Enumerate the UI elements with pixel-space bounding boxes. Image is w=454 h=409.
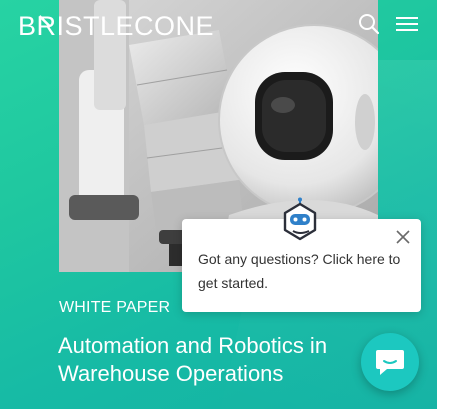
chat-icon (376, 350, 404, 375)
search-icon (359, 14, 380, 35)
page: BRISTLECONE WHITE PAPER Automation and R… (0, 0, 454, 409)
chat-bot-avatar (280, 197, 320, 243)
bristlecone-logo-icon: BRISTLECONE (18, 11, 214, 41)
brand-logo[interactable]: BRISTLECONE (18, 10, 230, 41)
close-icon (396, 230, 410, 244)
bot-avatar-icon (283, 197, 317, 241)
article-category-link[interactable]: WHITE PAPER (59, 299, 170, 317)
menu-button[interactable] (396, 15, 420, 33)
hamburger-menu-icon (396, 17, 418, 31)
chat-message: Got any questions? Click here to get sta… (198, 251, 401, 291)
page-edge (437, 0, 454, 409)
chat-close-button[interactable] (395, 229, 411, 245)
search-button[interactable] (358, 13, 380, 35)
article-title[interactable]: Automation and Robotics in Warehouse Ope… (58, 332, 358, 388)
chat-launcher-button[interactable] (361, 333, 419, 391)
